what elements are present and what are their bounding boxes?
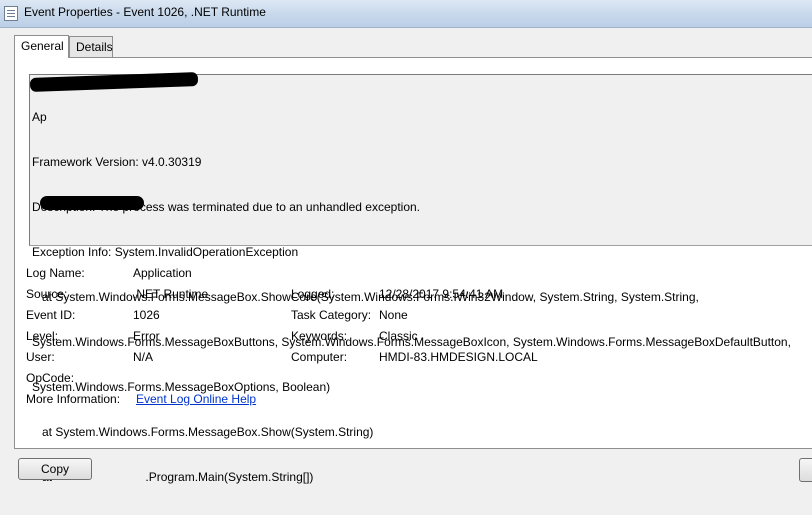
source-value: .NET Runtime xyxy=(133,287,209,301)
log-name-value: Application xyxy=(133,266,192,280)
event-log-online-help-link[interactable]: Event Log Online Help xyxy=(136,392,256,406)
event-id-value: 1026 xyxy=(133,308,160,322)
computer-value: HMDI-83.HMDESIGN.LOCAL xyxy=(379,350,538,364)
more-information-label: More Information: xyxy=(26,392,121,406)
logged-value: 12/28/2017 9:54:41 AM xyxy=(379,287,504,301)
general-tab-panel: Ap Framework Version: v4.0.30319 Descrip… xyxy=(14,57,812,484)
level-label: Level: xyxy=(26,329,59,343)
title-bar[interactable]: Event Properties - Event 1026, .NET Runt… xyxy=(0,0,812,28)
window-title: Event Properties - Event 1026, .NET Runt… xyxy=(24,5,266,19)
opcode-label: OpCode: xyxy=(26,371,75,385)
tab-details[interactable]: Details xyxy=(69,36,113,57)
task-category-label: Task Category: xyxy=(291,308,372,322)
redaction-mark xyxy=(40,196,144,210)
logged-label: Logged: xyxy=(291,287,335,301)
computer-label: Computer: xyxy=(291,350,348,364)
event-id-label: Event ID: xyxy=(26,308,76,322)
close-button[interactable] xyxy=(799,458,812,482)
tab-general[interactable]: General xyxy=(14,35,69,58)
keywords-value: Classic xyxy=(379,329,418,343)
description-line: at System.Windows.Forms.MessageBox.Show(… xyxy=(32,425,374,439)
description-line: Exception Info: System.InvalidOperationE… xyxy=(32,245,299,259)
user-value: N/A xyxy=(133,350,154,364)
description-line: at .Program.Main(System.String[]) xyxy=(32,470,314,484)
keywords-label: Keywords: xyxy=(291,329,348,343)
description-line: Framework Version: v4.0.30319 xyxy=(32,155,202,169)
source-label: Source: xyxy=(26,287,68,301)
description-line: Description: The process was terminated … xyxy=(32,200,421,214)
user-label: User: xyxy=(26,350,55,364)
description-line: Ap xyxy=(32,110,47,124)
task-category-value: None xyxy=(379,308,408,322)
event-viewer-icon xyxy=(4,6,18,21)
event-description-box[interactable]: Ap Framework Version: v4.0.30319 Descrip… xyxy=(29,72,812,484)
level-value: Error xyxy=(133,329,160,343)
log-name-label: Log Name: xyxy=(26,266,85,280)
copy-button[interactable]: Copy xyxy=(18,458,92,480)
